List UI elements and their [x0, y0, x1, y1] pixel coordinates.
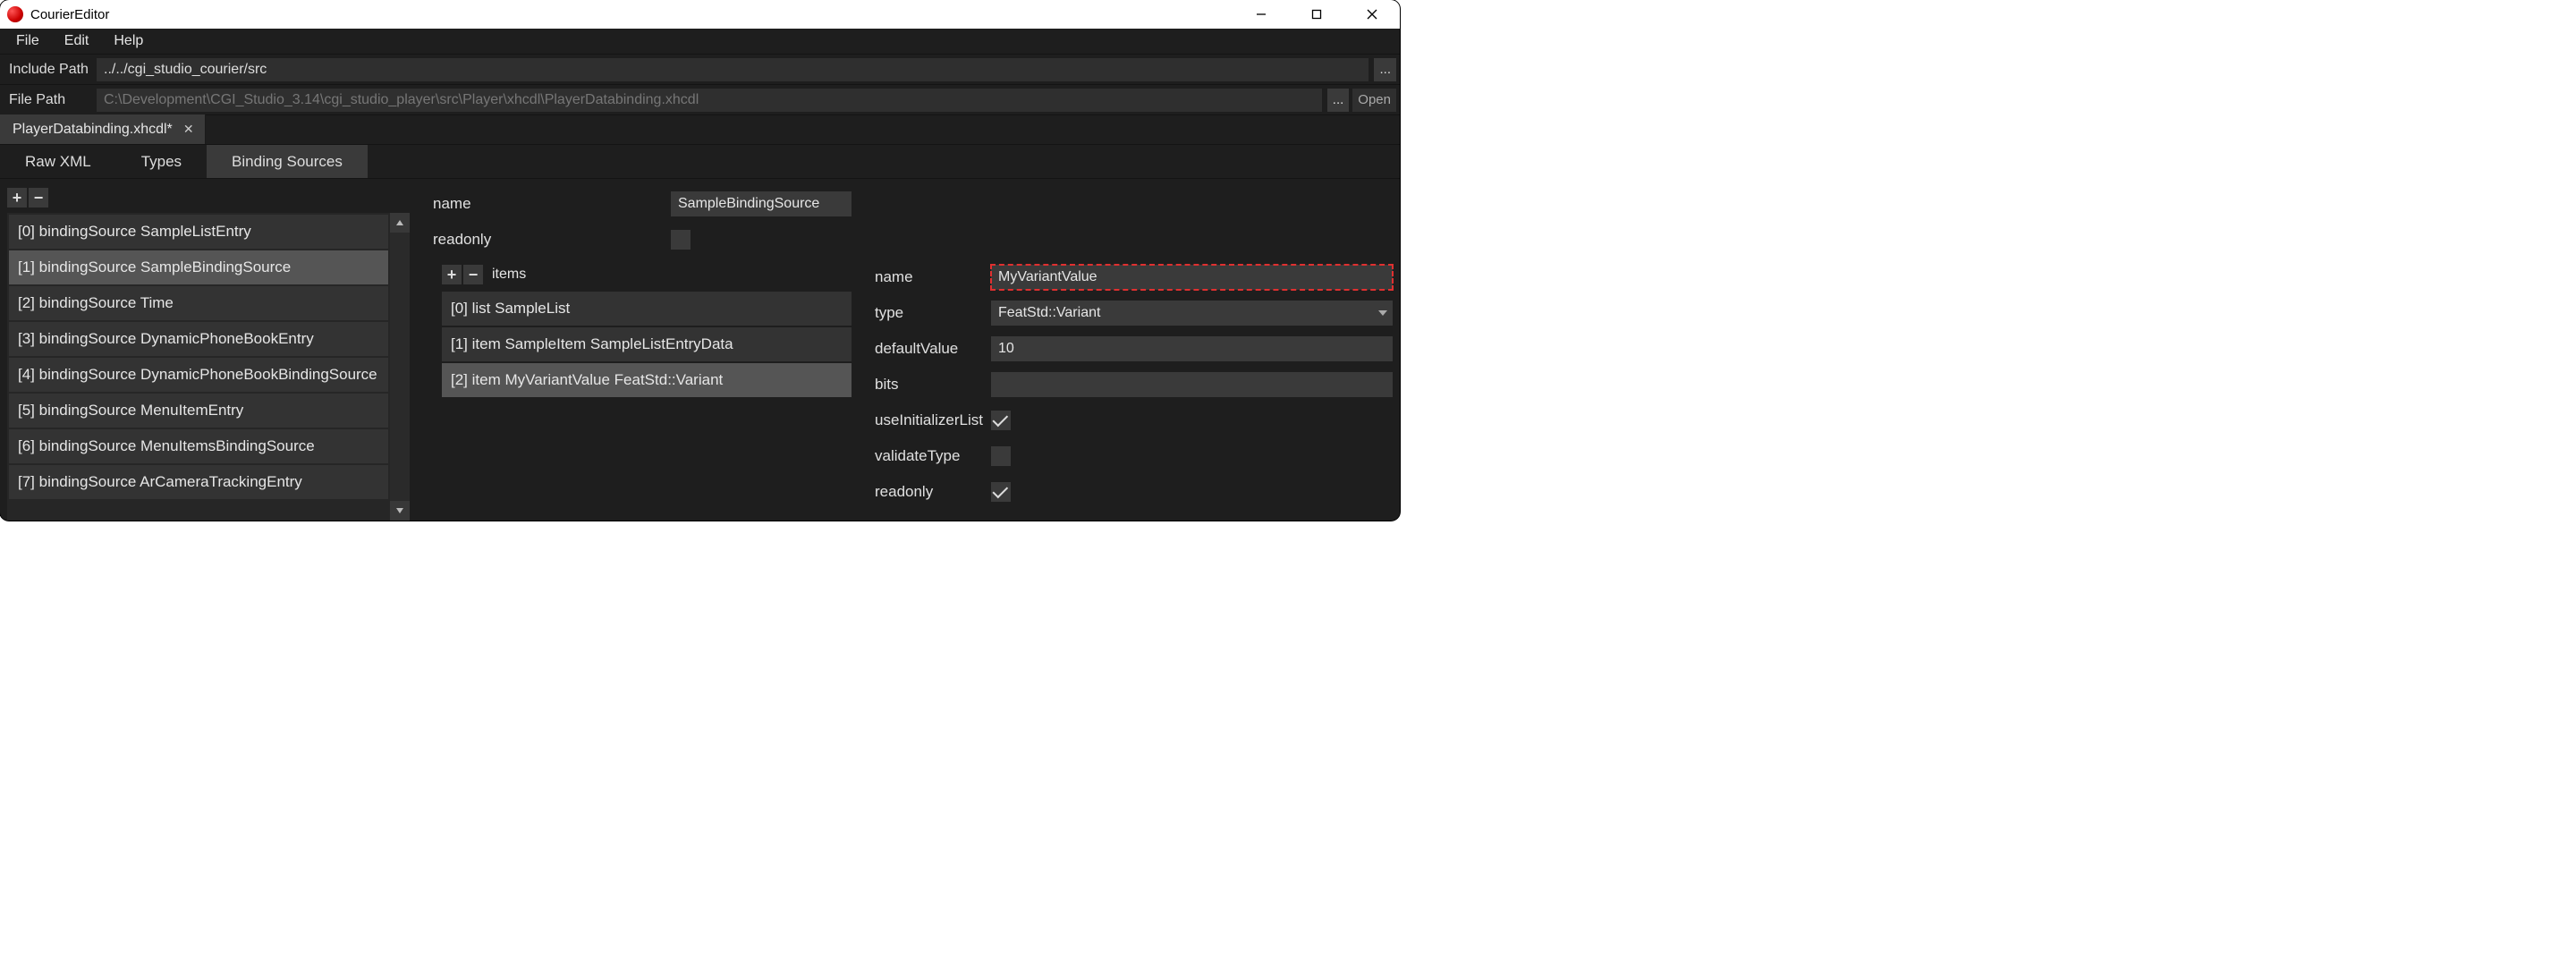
- remove-binding-source-button[interactable]: −: [29, 188, 48, 208]
- item-default-row: defaultValue 10: [864, 331, 1393, 367]
- binding-source-row[interactable]: [0] bindingSource SampleListEntry: [9, 215, 388, 249]
- tab-raw-xml[interactable]: Raw XML: [0, 145, 116, 178]
- bs-name-row: name SampleBindingSource: [422, 186, 852, 222]
- chevron-down-icon: [1378, 310, 1387, 316]
- bs-readonly-label: readonly: [422, 231, 662, 249]
- app-title: CourierEditor: [30, 7, 109, 22]
- main-area: + − [0] bindingSource SampleListEntry[1]…: [0, 179, 1400, 521]
- item-name-field[interactable]: MyVariantValue: [991, 265, 1393, 290]
- item-validate-label: validateType: [864, 447, 982, 465]
- file-path-row: File Path C:\Development\CGI_Studio_3.14…: [0, 85, 1400, 115]
- binding-source-row[interactable]: [2] bindingSource Time: [9, 286, 388, 320]
- tab-binding-sources[interactable]: Binding Sources: [207, 145, 368, 178]
- menu-file[interactable]: File: [4, 30, 52, 53]
- item-type-row: type FeatStd::Variant: [864, 295, 1393, 331]
- bs-readonly-row: readonly: [422, 222, 852, 258]
- file-tab[interactable]: PlayerDatabinding.xhcdl* ✕: [0, 114, 206, 144]
- file-path-field[interactable]: C:\Development\CGI_Studio_3.14\cgi_studi…: [97, 89, 1322, 112]
- binding-source-detail-panel: name SampleBindingSource readonly + − it…: [422, 186, 852, 521]
- left-scrollbar[interactable]: [390, 213, 410, 521]
- scroll-track[interactable]: [390, 233, 410, 501]
- item-useinit-label: useInitializerList: [864, 411, 982, 429]
- item-row[interactable]: [1] item SampleItem SampleListEntryData: [442, 327, 852, 361]
- item-readonly-checkbox[interactable]: [991, 482, 1011, 502]
- binding-source-row[interactable]: [1] bindingSource SampleBindingSource: [9, 250, 388, 284]
- subtab-bar: Raw XML Types Binding Sources: [0, 145, 1400, 179]
- binding-source-row[interactable]: [3] bindingSource DynamicPhoneBookEntry: [9, 322, 388, 356]
- items-label: items: [492, 267, 526, 283]
- binding-source-row[interactable]: [4] bindingSource DynamicPhoneBookBindin…: [9, 358, 388, 392]
- include-path-row: Include Path ../../cgi_studio_courier/sr…: [0, 55, 1400, 85]
- item-default-label: defaultValue: [864, 340, 982, 358]
- item-type-dropdown[interactable]: FeatStd::Variant: [991, 301, 1393, 326]
- binding-sources-list: [0] bindingSource SampleListEntry[1] bin…: [7, 213, 410, 521]
- item-validate-checkbox[interactable]: [991, 446, 1011, 466]
- items-list: [0] list SampleList[1] item SampleItem S…: [442, 292, 852, 397]
- item-validate-row: validateType: [864, 438, 1393, 474]
- binding-sources-panel: + − [0] bindingSource SampleListEntry[1]…: [7, 186, 410, 521]
- item-bits-label: bits: [864, 376, 982, 394]
- items-toolbar: + − items: [442, 263, 852, 286]
- remove-item-button[interactable]: −: [463, 265, 483, 284]
- app-window: CourierEditor File Edit Help Include Pat…: [0, 0, 1400, 521]
- item-useinit-checkbox[interactable]: [991, 411, 1011, 430]
- close-button[interactable]: [1344, 0, 1400, 29]
- item-bits-field[interactable]: [991, 372, 1393, 397]
- menu-edit[interactable]: Edit: [52, 30, 102, 53]
- app-icon: [7, 6, 23, 22]
- item-properties-panel: name MyVariantValue type FeatStd::Varian…: [864, 186, 1393, 521]
- include-path-browse-button[interactable]: ...: [1374, 58, 1396, 81]
- file-open-button[interactable]: Open: [1352, 89, 1396, 112]
- window-controls: [1233, 0, 1400, 29]
- titlebar: CourierEditor: [0, 0, 1400, 29]
- tab-types[interactable]: Types: [116, 145, 207, 178]
- item-useinit-row: useInitializerList: [864, 402, 1393, 438]
- item-default-field[interactable]: 10: [991, 336, 1393, 361]
- file-tab-close-icon[interactable]: ✕: [182, 123, 196, 137]
- bs-name-field[interactable]: SampleBindingSource: [671, 191, 852, 216]
- item-readonly-row: readonly: [864, 474, 1393, 510]
- menubar: File Edit Help: [0, 29, 1400, 55]
- item-type-label: type: [864, 304, 982, 322]
- item-bits-row: bits: [864, 367, 1393, 402]
- binding-source-row[interactable]: [6] bindingSource MenuItemsBindingSource: [9, 429, 388, 463]
- file-tab-bar: PlayerDatabinding.xhcdl* ✕: [0, 115, 1400, 145]
- include-path-field[interactable]: ../../cgi_studio_courier/src: [97, 58, 1368, 81]
- maximize-button[interactable]: [1289, 0, 1344, 29]
- item-row[interactable]: [2] item MyVariantValue FeatStd::Variant: [442, 363, 852, 397]
- item-readonly-label: readonly: [864, 483, 982, 501]
- binding-source-row[interactable]: [5] bindingSource MenuItemEntry: [9, 394, 388, 428]
- scroll-down-icon[interactable]: [390, 501, 410, 521]
- add-item-button[interactable]: +: [442, 265, 462, 284]
- bs-readonly-checkbox[interactable]: [671, 230, 691, 250]
- include-path-label: Include Path: [0, 62, 97, 78]
- item-name-label: name: [864, 268, 982, 286]
- item-row[interactable]: [0] list SampleList: [442, 292, 852, 326]
- item-name-row: name MyVariantValue: [864, 259, 1393, 295]
- minimize-button[interactable]: [1233, 0, 1289, 29]
- menu-help[interactable]: Help: [101, 30, 156, 53]
- file-path-browse-button[interactable]: ...: [1327, 89, 1350, 112]
- bs-name-label: name: [422, 195, 662, 213]
- file-path-label: File Path: [0, 92, 97, 108]
- file-tab-label: PlayerDatabinding.xhcdl*: [13, 122, 173, 138]
- add-binding-source-button[interactable]: +: [7, 188, 27, 208]
- scroll-up-icon[interactable]: [390, 213, 410, 233]
- left-toolbar: + −: [7, 186, 410, 209]
- binding-source-row[interactable]: [7] bindingSource ArCameraTrackingEntry: [9, 465, 388, 499]
- item-type-value: FeatStd::Variant: [998, 305, 1100, 321]
